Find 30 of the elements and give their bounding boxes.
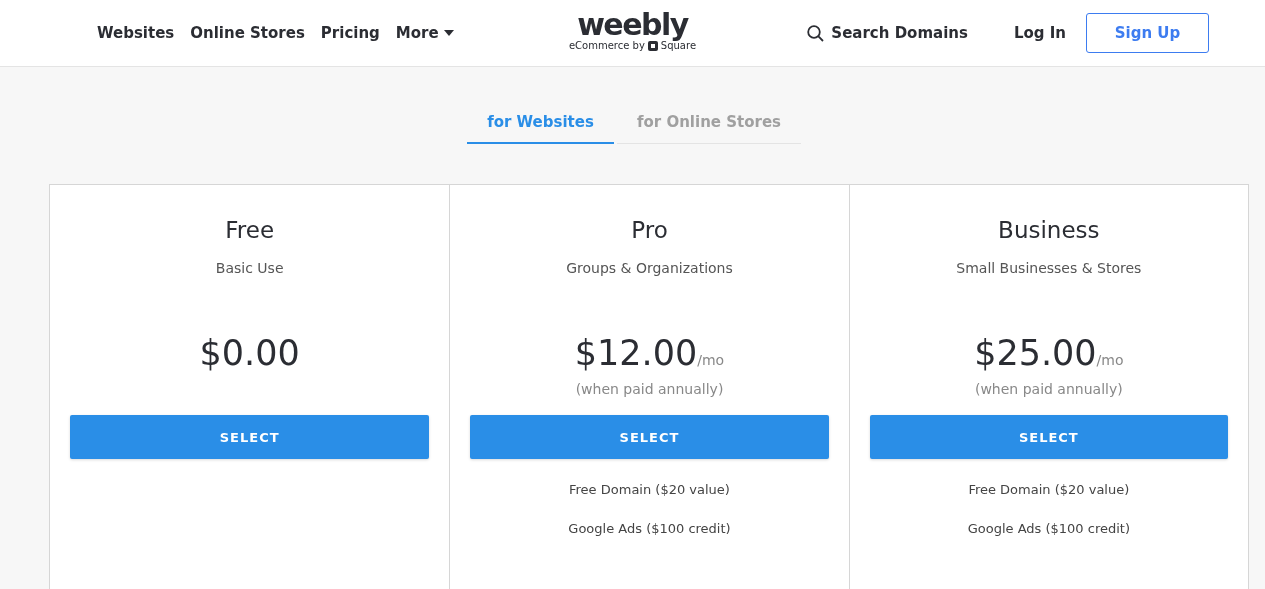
price-period: /mo (697, 352, 725, 368)
plan-feature: Google Ads ($100 credit) (967, 521, 1130, 536)
nav-link[interactable]: Pricing (320, 24, 380, 42)
plan-audience: Basic Use (215, 259, 284, 277)
plan-feature: Free Domain ($20 value) (968, 482, 1130, 497)
search-icon (807, 24, 825, 42)
billing-note: (when paid annually) (974, 381, 1123, 397)
plan-audience: Groups & Organizations (566, 259, 733, 277)
logo-brand: Square (660, 40, 697, 51)
login-link[interactable]: Log In (1013, 24, 1066, 42)
more-menu[interactable]: More (395, 24, 454, 42)
price-period: /mo (1096, 352, 1124, 368)
plan-audience: Small Businesses & Stores (956, 259, 1142, 277)
caret-icon (443, 30, 454, 36)
plan-price: $12.00 (574, 333, 698, 373)
square-logo-icon (647, 40, 658, 51)
plan-feature: Free Domain ($20 value) (569, 482, 730, 497)
billing-note: (when paid annually) (575, 381, 724, 397)
signup-button[interactable]: Sign Up (1086, 13, 1209, 53)
plan-name: Business (998, 216, 1100, 244)
search-domains-button[interactable]: Search Domains (807, 24, 968, 42)
plan-feature: Google Ads ($100 credit) (568, 521, 731, 536)
nav-link[interactable]: Websites (97, 24, 175, 42)
logo-tagline: eCommerce by (568, 40, 645, 51)
plan-name: Pro (631, 216, 668, 244)
plan-price: $25.00 (974, 333, 1097, 373)
plan-price: $0.00 (199, 333, 300, 373)
logo-wordmark: weebly (577, 9, 688, 40)
plan-name: Free (225, 216, 275, 244)
nav-link[interactable]: Online Stores (190, 24, 305, 42)
